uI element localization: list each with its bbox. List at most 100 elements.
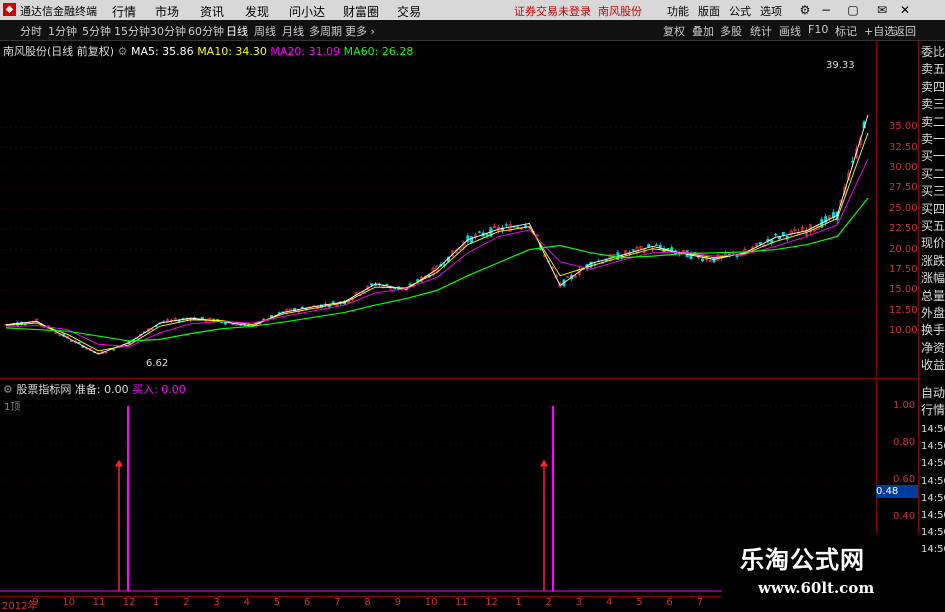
settings-icon[interactable]: ⚙: [797, 2, 813, 18]
quote-field-label[interactable]: 卖五: [921, 62, 945, 77]
menu-news[interactable]: 资讯: [200, 3, 224, 20]
indicator-tick-label: 0.60: [893, 474, 916, 485]
period-1min[interactable]: 1分钟: [48, 23, 77, 39]
tick-time: 14:50: [921, 441, 945, 453]
quote-field-label[interactable]: 现价: [921, 236, 945, 251]
tool-drawing[interactable]: 画线: [779, 23, 801, 39]
quote-field-label[interactable]: 委比: [921, 45, 945, 60]
minimize-icon[interactable]: −: [818, 2, 834, 18]
tick-time: 14:50: [921, 424, 945, 435]
quote-field-label[interactable]: 买四: [921, 202, 945, 217]
quote-field-label[interactable]: 涨幅: [921, 271, 945, 286]
period-60min[interactable]: 60分钟: [188, 23, 224, 39]
period-intraday[interactable]: 分时: [20, 23, 42, 39]
candle-body: [393, 287, 397, 290]
series-line-ma20: [5, 158, 869, 348]
tool-multi-stock[interactable]: 多股: [720, 23, 742, 39]
quote-field-label[interactable]: 买三: [921, 184, 945, 199]
menu-options[interactable]: 选项: [760, 3, 782, 19]
quote-field-label[interactable]: 涨跌: [921, 254, 945, 269]
date-tick-label: 6: [666, 597, 673, 608]
tick-time: 14:50: [921, 458, 945, 470]
signal-arrow-head: [115, 459, 123, 467]
min-price-label: 6.62: [146, 358, 169, 369]
quote-field-label[interactable]: 买五: [921, 219, 945, 234]
tick-time: 14:50: [921, 527, 945, 539]
price-tick-label: 25.00: [889, 202, 918, 214]
menu-market[interactable]: 市场: [155, 3, 179, 20]
price-tick-label: 12.50: [889, 304, 918, 316]
quote-field-label[interactable]: 卖四: [921, 80, 945, 95]
menu-wenxiaoda[interactable]: 问小达: [289, 3, 325, 20]
candle-body: [701, 258, 705, 262]
mail-icon[interactable]: ✉: [874, 2, 890, 18]
close-icon[interactable]: ✕: [897, 2, 913, 18]
candle-body: [223, 322, 227, 325]
date-tick-label: 9: [394, 597, 401, 608]
candle-body: [477, 231, 481, 233]
candle-body: [370, 283, 374, 286]
period-more[interactable]: 更多 ›: [345, 23, 375, 39]
date-tick-label: 1: [515, 597, 522, 608]
quote-field-label[interactable]: 卖一: [921, 132, 945, 147]
candle-body: [277, 312, 281, 314]
date-tick-label: 10: [62, 597, 76, 608]
candle-body: [385, 283, 389, 286]
candle-body: [781, 232, 785, 236]
tool-add-watchlist[interactable]: +自选: [864, 23, 895, 39]
panel-tab[interactable]: 自动: [921, 386, 945, 401]
tool-back[interactable]: 返回: [894, 23, 916, 39]
watermark-title: 乐淘公式网: [740, 545, 865, 574]
tool-overlay[interactable]: 叠加: [692, 23, 714, 39]
candle-body: [566, 276, 570, 278]
quote-field-label[interactable]: 卖二: [921, 115, 945, 130]
indicator-readout: 0.48: [876, 485, 918, 498]
quote-field-label[interactable]: 净资: [921, 341, 945, 356]
period-monthly[interactable]: 月线: [282, 23, 304, 39]
period-30min[interactable]: 30分钟: [150, 23, 186, 39]
signal-arrow-head: [540, 459, 548, 467]
period-weekly[interactable]: 周线: [254, 23, 276, 39]
quote-field-label[interactable]: 总量: [921, 289, 945, 304]
menu-formula[interactable]: 公式: [729, 3, 751, 19]
candle-body: [408, 283, 412, 286]
candle-body: [647, 244, 651, 248]
menu-wealth-circle[interactable]: 财富圈: [343, 3, 379, 20]
candle-body: [758, 242, 762, 245]
date-tick-label: 2: [545, 597, 552, 608]
panel-tab[interactable]: 行情: [921, 403, 945, 418]
pane-divider: [0, 378, 918, 379]
menu-function[interactable]: 功能: [667, 3, 689, 19]
candlestick-chart[interactable]: [0, 56, 876, 378]
date-tick-label: 11: [92, 597, 106, 608]
restore-icon[interactable]: ▢: [845, 2, 861, 18]
indicator-tick-label: 0.40: [893, 511, 916, 522]
date-tick-label: 3: [575, 597, 583, 608]
watermark: 乐淘公式网 www.60lt.com: [722, 533, 922, 609]
period-5min[interactable]: 5分钟: [82, 23, 111, 39]
tool-mark[interactable]: 标记: [835, 23, 857, 39]
candle-body: [327, 305, 331, 308]
quote-field-label[interactable]: 换手: [921, 323, 945, 338]
tool-statistics[interactable]: 统计: [750, 23, 772, 39]
price-tick-label: 15.00: [889, 284, 918, 296]
price-tick-label: 35.00: [889, 121, 918, 133]
quote-field-label[interactable]: 外盘: [921, 306, 945, 321]
tick-time: 14:50: [921, 475, 945, 487]
tool-f10[interactable]: F10: [808, 23, 828, 36]
period-multi[interactable]: 多周期: [309, 23, 342, 39]
menu-trade[interactable]: 交易: [397, 3, 421, 20]
trade-login-warning[interactable]: 证券交易未登录 南风股份: [514, 3, 642, 19]
period-daily[interactable]: 日线: [226, 23, 248, 39]
menu-discover[interactable]: 发现: [245, 3, 269, 20]
quote-field-label[interactable]: 买一: [921, 149, 945, 164]
quote-field-label[interactable]: 卖三: [921, 97, 945, 112]
menu-quotes[interactable]: 行情: [112, 3, 136, 20]
quote-field-label[interactable]: 买二: [921, 167, 945, 182]
period-15min[interactable]: 15分钟: [114, 23, 150, 39]
tool-adjust[interactable]: 复权: [663, 23, 685, 39]
menu-layout[interactable]: 版面: [698, 3, 720, 19]
quote-field-label[interactable]: 收益: [921, 358, 945, 373]
indicator-tick-label: 1.00: [893, 400, 916, 411]
period-toolbar: 分时 1分钟 5分钟 15分钟 30分钟 60分钟 日线 周线 月线 多周期 更…: [0, 20, 945, 41]
